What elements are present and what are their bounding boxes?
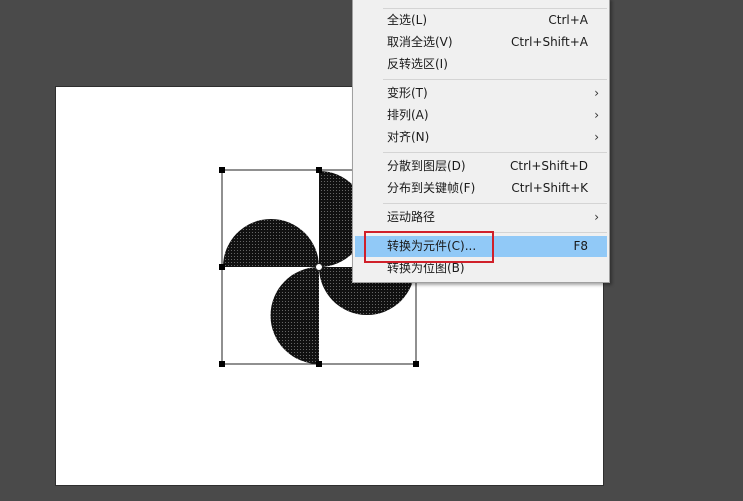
context-menu: 全选(L) Ctrl+A 取消全选(V) Ctrl+Shift+A 反转选区(I… [352, 0, 610, 283]
menu-separator [383, 152, 607, 153]
menu-item-label: 运动路径 [387, 210, 436, 224]
handle-top-center[interactable] [316, 167, 322, 173]
menu-item-convert-to-symbol[interactable]: 转换为元件(C)... F8 [355, 236, 607, 257]
menu-separator [383, 8, 607, 9]
menu-item-label: 反转选区(I) [387, 57, 448, 71]
transform-point[interactable] [315, 263, 323, 271]
menu-item-distribute-to-keyframes[interactable]: 分布到关键帧(F) Ctrl+Shift+K [355, 178, 607, 199]
chevron-right-icon: › [594, 210, 599, 224]
menu-item-distribute-to-layers[interactable]: 分散到图层(D) Ctrl+Shift+D [355, 156, 607, 177]
chevron-right-icon: › [594, 86, 599, 100]
menu-item-label: 分布到关键帧(F) [387, 181, 476, 195]
menu-item-shortcut: Ctrl+Shift+A [511, 35, 588, 49]
menu-item-motion-path[interactable]: 运动路径 › [355, 207, 607, 228]
menu-item-label: 变形(T) [387, 86, 428, 100]
chevron-right-icon: › [594, 108, 599, 122]
menu-separator [383, 203, 607, 204]
menu-item-transform[interactable]: 变形(T) › [355, 83, 607, 104]
menu-item-align[interactable]: 对齐(N) › [355, 127, 607, 148]
handle-bottom-right[interactable] [413, 361, 419, 367]
menu-separator [383, 79, 607, 80]
menu-item-deselect-all[interactable]: 取消全选(V) Ctrl+Shift+A [355, 32, 607, 53]
menu-item-label: 全选(L) [387, 13, 428, 27]
menu-item-label: 转换为位图(B) [387, 261, 465, 275]
handle-bottom-center[interactable] [316, 361, 322, 367]
menu-item-shortcut: F8 [573, 239, 588, 253]
menu-item-select-all[interactable]: 全选(L) Ctrl+A [355, 10, 607, 31]
menu-item-convert-to-bitmap[interactable]: 转换为位图(B) [355, 258, 607, 279]
handle-bottom-left[interactable] [219, 361, 225, 367]
chevron-right-icon: › [594, 130, 599, 144]
menu-item-shortcut: Ctrl+Shift+K [511, 181, 588, 195]
blade-bottom [270, 267, 319, 364]
menu-item-shortcut: Ctrl+Shift+D [510, 159, 588, 173]
menu-item-label: 对齐(N) [387, 130, 430, 144]
menu-item-arrange[interactable]: 排列(A) › [355, 105, 607, 126]
handle-top-left[interactable] [219, 167, 225, 173]
menu-item-label: 转换为元件(C)... [387, 239, 477, 253]
menu-separator [383, 232, 607, 233]
blade-left [223, 219, 319, 267]
menu-item-shortcut: Ctrl+A [548, 13, 588, 27]
menu-item-label: 取消全选(V) [387, 35, 453, 49]
menu-item-invert-selection[interactable]: 反转选区(I) [355, 54, 607, 75]
handle-middle-left[interactable] [219, 264, 225, 270]
menu-item-label: 排列(A) [387, 108, 429, 122]
menu-item-label: 分散到图层(D) [387, 159, 466, 173]
